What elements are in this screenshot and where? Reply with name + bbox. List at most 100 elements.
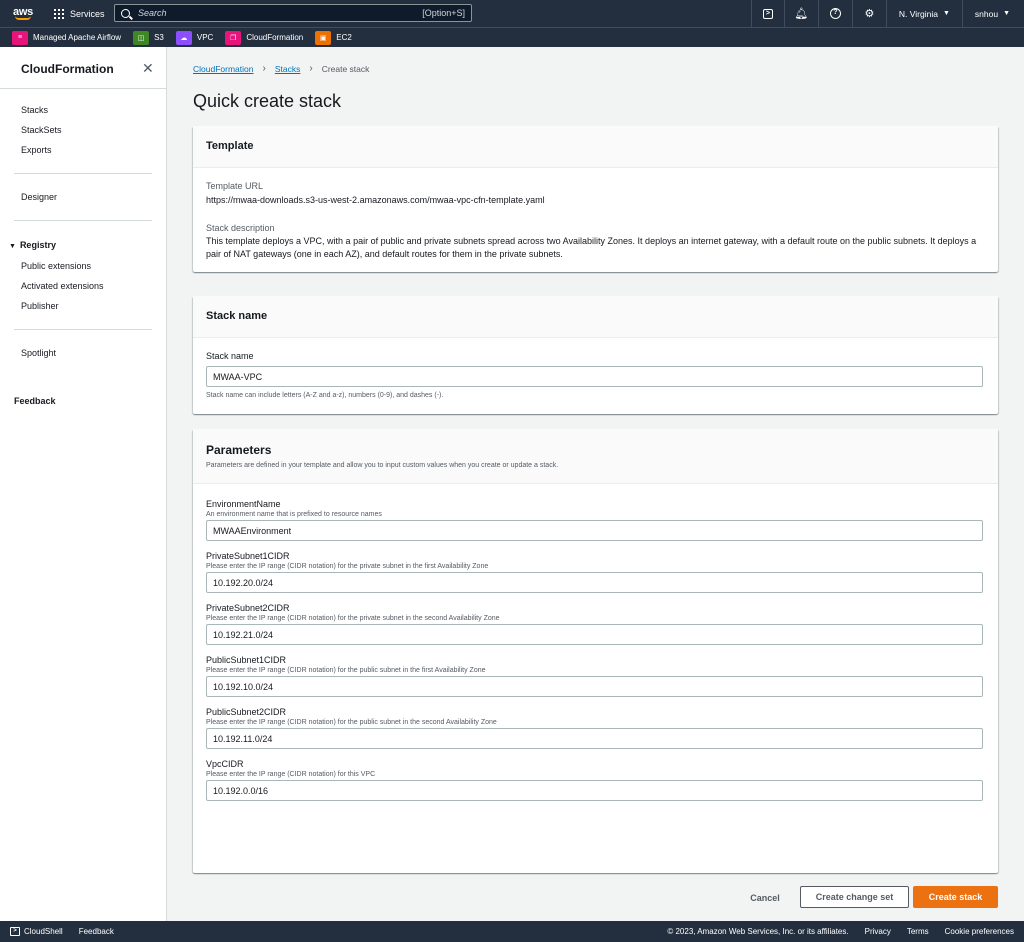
sidebar-feedback-link[interactable]: Feedback bbox=[14, 396, 56, 406]
parameter-name: PublicSubnet2CIDR bbox=[206, 707, 287, 717]
favorite-airflow[interactable]: ≡ Managed Apache Airflow bbox=[12, 30, 121, 45]
sidebar-item-spotlight[interactable]: Spotlight bbox=[21, 348, 56, 358]
breadcrumb-stacks[interactable]: Stacks bbox=[275, 64, 301, 74]
close-icon[interactable]: ✕ bbox=[142, 60, 154, 77]
top-navigation: aws Services Search [Option+S] > 🔔︎ ? ⚙ … bbox=[0, 0, 1024, 27]
parameter-name: PrivateSubnet2CIDR bbox=[206, 603, 290, 613]
parameter-publicsubnet1cidr: PublicSubnet1CIDR Please enter the IP ra… bbox=[206, 655, 985, 697]
template-url-label: Template URL bbox=[206, 181, 264, 191]
settings-button[interactable]: ⚙ bbox=[853, 0, 887, 27]
parameter-name: PublicSubnet1CIDR bbox=[206, 655, 287, 665]
chevron-right-icon: › bbox=[309, 63, 313, 74]
create-stack-button[interactable]: Create stack bbox=[913, 886, 998, 908]
parameter-name: PrivateSubnet1CIDR bbox=[206, 551, 290, 561]
sidebar-item-public-extensions[interactable]: Public extensions bbox=[21, 261, 91, 271]
cloudshell-footer-button[interactable]: > CloudShell bbox=[10, 927, 63, 936]
sidebar-item-stacks[interactable]: Stacks bbox=[21, 105, 48, 115]
search-icon bbox=[121, 8, 130, 18]
services-label: Services bbox=[70, 8, 105, 19]
notifications-button[interactable]: 🔔︎ bbox=[785, 0, 819, 27]
cancel-button[interactable]: Cancel bbox=[740, 888, 790, 908]
favorite-s3[interactable]: ◫ S3 bbox=[133, 30, 164, 45]
sidebar-item-publisher[interactable]: Publisher bbox=[21, 301, 59, 311]
sidebar-section-registry[interactable]: ▼ Registry bbox=[9, 240, 56, 250]
airflow-icon: ≡ bbox=[12, 30, 28, 45]
publicsubnet2cidr-input[interactable]: 10.192.11.0/24 bbox=[206, 728, 983, 749]
aws-logo[interactable]: aws bbox=[12, 5, 34, 23]
divider bbox=[14, 329, 152, 330]
footer-feedback-link[interactable]: Feedback bbox=[79, 927, 114, 936]
services-menu-button[interactable]: Services bbox=[54, 8, 105, 19]
privatesubnet2cidr-input[interactable]: 10.192.21.0/24 bbox=[206, 624, 983, 645]
breadcrumb: CloudFormation › Stacks › Create stack bbox=[193, 63, 369, 74]
sidebar-item-activated-extensions[interactable]: Activated extensions bbox=[21, 281, 104, 291]
stack-description-label: Stack description bbox=[206, 223, 275, 233]
stack-description-value: This template deploys a VPC, with a pair… bbox=[206, 236, 977, 259]
cloudshell-button[interactable]: > bbox=[750, 0, 785, 27]
region-selector[interactable]: N. Virginia ▼ bbox=[887, 0, 963, 27]
grid-icon bbox=[54, 8, 64, 19]
search-input[interactable]: Search [Option+S] bbox=[114, 4, 472, 22]
create-change-set-button[interactable]: Create change set bbox=[800, 886, 909, 908]
favorite-label: EC2 bbox=[336, 33, 352, 42]
stack-name-panel-header: Stack name bbox=[193, 296, 998, 338]
privatesubnet1cidr-input[interactable]: 10.192.20.0/24 bbox=[206, 572, 983, 593]
sidebar-item-exports[interactable]: Exports bbox=[21, 145, 52, 155]
favorite-label: CloudFormation bbox=[246, 33, 304, 42]
template-panel-header: Template bbox=[193, 126, 998, 168]
template-heading: Template bbox=[206, 140, 254, 152]
terms-link[interactable]: Terms bbox=[907, 927, 929, 936]
registry-label: Registry bbox=[19, 240, 56, 250]
chevron-right-icon: › bbox=[262, 63, 266, 74]
parameters-heading: Parameters bbox=[206, 443, 272, 457]
breadcrumb-cloudformation[interactable]: CloudFormation bbox=[193, 64, 253, 74]
parameters-description: Parameters are defined in your template … bbox=[206, 462, 559, 469]
help-icon: ? bbox=[829, 8, 841, 19]
help-button[interactable]: ? bbox=[819, 0, 853, 27]
publicsubnet1cidr-input[interactable]: 10.192.10.0/24 bbox=[206, 676, 983, 697]
console-footer: > CloudShell Feedback © 2023, Amazon Web… bbox=[0, 921, 1024, 942]
parameter-hint: Please enter the IP range (CIDR notation… bbox=[206, 771, 376, 778]
cookie-preferences-link[interactable]: Cookie preferences bbox=[945, 927, 1014, 936]
parameter-publicsubnet2cidr: PublicSubnet2CIDR Please enter the IP ra… bbox=[206, 707, 985, 749]
parameter-privatesubnet2cidr: PrivateSubnet2CIDR Please enter the IP r… bbox=[206, 603, 985, 645]
stack-name-heading: Stack name bbox=[206, 310, 268, 322]
favorite-vpc[interactable]: ☁ VPC bbox=[175, 30, 213, 45]
divider bbox=[14, 173, 152, 174]
sidebar-title[interactable]: CloudFormation bbox=[21, 62, 114, 76]
privacy-link[interactable]: Privacy bbox=[865, 927, 891, 936]
gear-icon: ⚙ bbox=[864, 8, 875, 20]
aws-smile-icon bbox=[15, 16, 31, 20]
caret-down-icon: ▼ bbox=[9, 243, 16, 250]
sidebar-item-stacksets[interactable]: StackSets bbox=[21, 125, 62, 135]
search-placeholder: Search bbox=[138, 8, 167, 18]
parameter-hint: Please enter the IP range (CIDR notation… bbox=[206, 667, 486, 674]
search-shortcut: [Option+S] bbox=[422, 8, 465, 18]
parameter-name: VpcCIDR bbox=[206, 759, 244, 769]
stack-name-label: Stack name bbox=[206, 351, 254, 361]
ec2-icon: ▣ bbox=[315, 30, 332, 45]
vpccidr-input[interactable]: 10.192.0.0/16 bbox=[206, 780, 983, 801]
stack-name-panel: Stack name Stack name MWAA-VPC Stack nam… bbox=[193, 296, 998, 414]
caret-down-icon: ▼ bbox=[942, 10, 950, 17]
sidebar-item-designer[interactable]: Designer bbox=[21, 192, 57, 202]
environmentname-input[interactable]: MWAAEnvironment bbox=[206, 520, 983, 541]
stack-name-hint: Stack name can include letters (A-Z and … bbox=[206, 392, 444, 399]
parameter-hint: Please enter the IP range (CIDR notation… bbox=[206, 615, 500, 622]
bell-icon: 🔔︎ bbox=[794, 8, 809, 20]
template-url-value: https://mwaa-downloads.s3-us-west-2.amaz… bbox=[206, 195, 545, 205]
cloudformation-icon: ❐ bbox=[225, 30, 242, 45]
account-menu[interactable]: snhou ▼ bbox=[963, 0, 1014, 27]
divider bbox=[0, 88, 166, 89]
page-title: Quick create stack bbox=[193, 91, 342, 111]
favorite-cloudformation[interactable]: ❐ CloudFormation bbox=[225, 30, 304, 45]
parameter-environmentname: EnvironmentName An environment name that… bbox=[206, 499, 985, 541]
cloudshell-label: CloudShell bbox=[24, 927, 63, 936]
favorite-ec2[interactable]: ▣ EC2 bbox=[315, 30, 352, 45]
breadcrumb-current: Create stack bbox=[321, 63, 370, 74]
stack-name-input[interactable]: MWAA-VPC bbox=[206, 366, 983, 387]
cloudshell-icon: > bbox=[762, 8, 773, 19]
caret-down-icon: ▼ bbox=[1003, 10, 1010, 17]
s3-icon: ◫ bbox=[133, 30, 150, 45]
parameter-hint: Please enter the IP range (CIDR notation… bbox=[206, 563, 489, 570]
